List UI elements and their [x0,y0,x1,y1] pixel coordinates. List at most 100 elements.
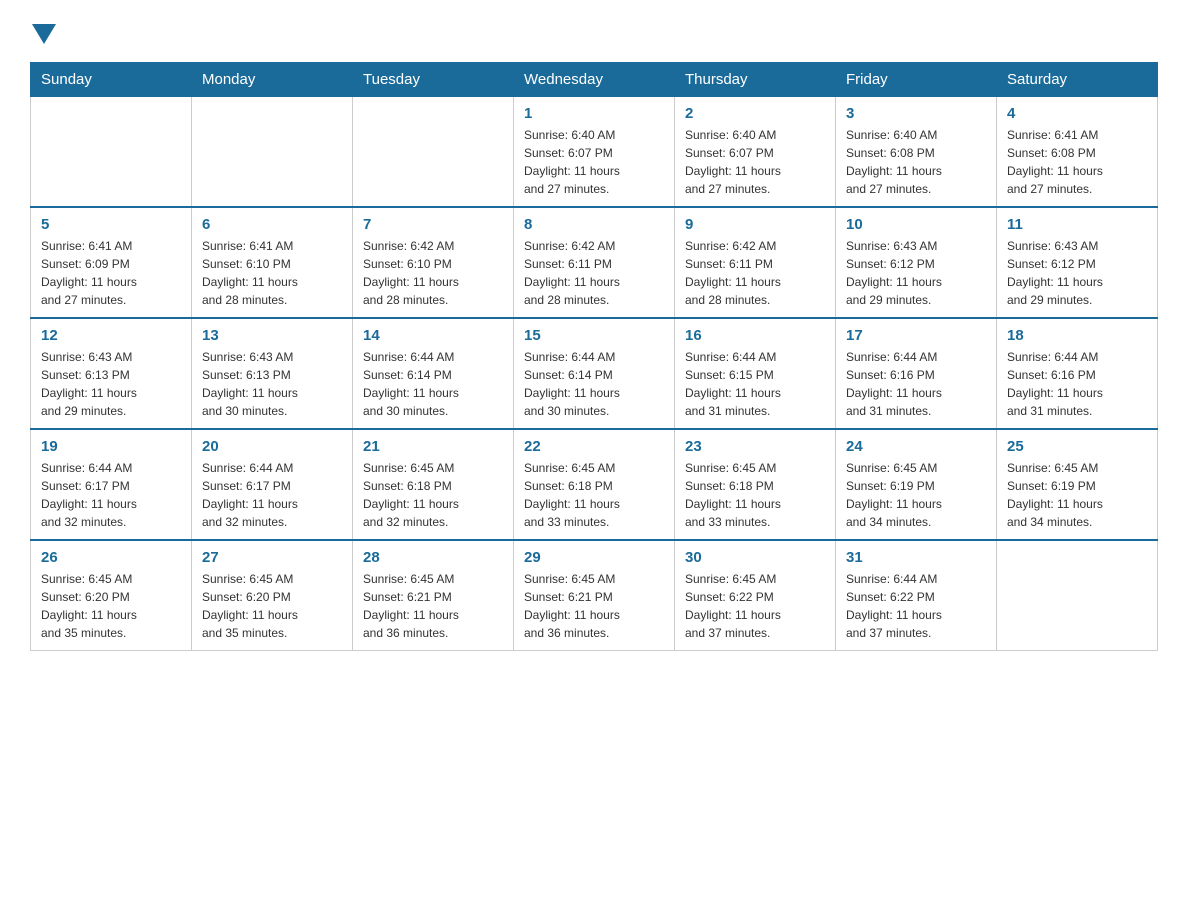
day-info: Sunrise: 6:44 AM Sunset: 6:17 PM Dayligh… [202,459,342,531]
day-number: 10 [846,216,986,233]
day-info: Sunrise: 6:45 AM Sunset: 6:19 PM Dayligh… [846,459,986,531]
calendar-cell: 3 Sunrise: 6:40 AM Sunset: 6:08 PM Daylig… [836,97,997,208]
calendar-cell: 17 Sunrise: 6:44 AM Sunset: 6:16 PM Dayli… [836,318,997,429]
day-number: 17 [846,327,986,344]
logo-triangle-icon [32,24,56,44]
calendar-cell: 22Sunrise: 6:45 AM Sunset: 6:18 PM Dayli… [514,429,675,540]
day-info: Sunrise: 6:45 AM Sunset: 6:18 PM Dayligh… [685,459,825,531]
calendar-cell: 4Sunrise: 6:41 AM Sunset: 6:08 PM Daylig… [997,97,1158,208]
day-info: Sunrise: 6:40 AM Sunset: 6:07 PM Dayligh… [685,126,825,198]
calendar-cell: 12 Sunrise: 6:43 AM Sunset: 6:13 PM Dayli… [31,318,192,429]
calendar-cell: 30 Sunrise: 6:45 AM Sunset: 6:22 PM Dayli… [675,540,836,651]
calendar-cell: 8Sunrise: 6:42 AM Sunset: 6:11 PM Daylig… [514,207,675,318]
day-info: Sunrise: 6:45 AM Sunset: 6:22 PM Dayligh… [685,570,825,642]
day-number: 19 [41,438,181,455]
day-number: 27 [202,549,342,566]
calendar-week-1: 1Sunrise: 6:40 AM Sunset: 6:07 PM Daylig… [31,97,1158,208]
day-number: 21 [363,438,503,455]
day-number: 16 [685,327,825,344]
day-number: 6 [202,216,342,233]
calendar-header-wednesday: Wednesday [514,63,675,97]
day-info: Sunrise: 6:42 AM Sunset: 6:11 PM Dayligh… [685,237,825,309]
calendar-cell [31,97,192,208]
calendar-cell: 14 Sunrise: 6:44 AM Sunset: 6:14 PM Dayli… [353,318,514,429]
day-number: 18 [1007,327,1147,344]
day-info: Sunrise: 6:44 AM Sunset: 6:16 PM Dayligh… [1007,348,1147,420]
day-number: 31 [846,549,986,566]
calendar-week-4: 19 Sunrise: 6:44 AM Sunset: 6:17 PM Dayli… [31,429,1158,540]
day-info: Sunrise: 6:41 AM Sunset: 6:09 PM Dayligh… [41,237,181,309]
day-info: Sunrise: 6:44 AM Sunset: 6:14 PM Dayligh… [363,348,503,420]
calendar-cell: 7Sunrise: 6:42 AM Sunset: 6:10 PM Daylig… [353,207,514,318]
calendar-table: SundayMondayTuesdayWednesdayThursdayFrid… [30,62,1158,651]
calendar-header-friday: Friday [836,63,997,97]
calendar-cell [997,540,1158,651]
calendar-cell: 27 Sunrise: 6:45 AM Sunset: 6:20 PM Dayli… [192,540,353,651]
day-number: 23 [685,438,825,455]
day-number: 28 [363,549,503,566]
day-number: 3 [846,105,986,122]
day-info: Sunrise: 6:45 AM Sunset: 6:20 PM Dayligh… [202,570,342,642]
calendar-header-thursday: Thursday [675,63,836,97]
calendar-cell: 5 Sunrise: 6:41 AM Sunset: 6:09 PM Daylig… [31,207,192,318]
calendar-cell [353,97,514,208]
day-info: Sunrise: 6:42 AM Sunset: 6:10 PM Dayligh… [363,237,503,309]
day-info: Sunrise: 6:44 AM Sunset: 6:17 PM Dayligh… [41,459,181,531]
calendar-header-sunday: Sunday [31,63,192,97]
day-info: Sunrise: 6:45 AM Sunset: 6:19 PM Dayligh… [1007,459,1147,531]
day-number: 8 [524,216,664,233]
day-number: 13 [202,327,342,344]
page-header [30,20,1158,42]
calendar-header-tuesday: Tuesday [353,63,514,97]
day-number: 11 [1007,216,1147,233]
day-number: 20 [202,438,342,455]
calendar-cell: 21 Sunrise: 6:45 AM Sunset: 6:18 PM Dayli… [353,429,514,540]
calendar-cell: 16 Sunrise: 6:44 AM Sunset: 6:15 PM Dayli… [675,318,836,429]
day-info: Sunrise: 6:43 AM Sunset: 6:13 PM Dayligh… [202,348,342,420]
day-info: Sunrise: 6:43 AM Sunset: 6:13 PM Dayligh… [41,348,181,420]
calendar-cell: 2 Sunrise: 6:40 AM Sunset: 6:07 PM Daylig… [675,97,836,208]
day-number: 9 [685,216,825,233]
day-number: 12 [41,327,181,344]
day-info: Sunrise: 6:44 AM Sunset: 6:16 PM Dayligh… [846,348,986,420]
day-info: Sunrise: 6:43 AM Sunset: 6:12 PM Dayligh… [846,237,986,309]
day-info: Sunrise: 6:40 AM Sunset: 6:07 PM Dayligh… [524,126,664,198]
day-info: Sunrise: 6:41 AM Sunset: 6:10 PM Dayligh… [202,237,342,309]
day-number: 29 [524,549,664,566]
calendar-cell: 28Sunrise: 6:45 AM Sunset: 6:21 PM Dayli… [353,540,514,651]
day-info: Sunrise: 6:44 AM Sunset: 6:22 PM Dayligh… [846,570,986,642]
calendar-cell [192,97,353,208]
day-number: 22 [524,438,664,455]
day-number: 26 [41,549,181,566]
calendar-cell: 9 Sunrise: 6:42 AM Sunset: 6:11 PM Daylig… [675,207,836,318]
calendar-cell: 13 Sunrise: 6:43 AM Sunset: 6:13 PM Dayli… [192,318,353,429]
calendar-cell: 10 Sunrise: 6:43 AM Sunset: 6:12 PM Dayli… [836,207,997,318]
day-number: 14 [363,327,503,344]
day-info: Sunrise: 6:45 AM Sunset: 6:21 PM Dayligh… [524,570,664,642]
calendar-cell: 25Sunrise: 6:45 AM Sunset: 6:19 PM Dayli… [997,429,1158,540]
calendar-cell: 29 Sunrise: 6:45 AM Sunset: 6:21 PM Dayli… [514,540,675,651]
day-info: Sunrise: 6:45 AM Sunset: 6:18 PM Dayligh… [363,459,503,531]
calendar-cell: 19 Sunrise: 6:44 AM Sunset: 6:17 PM Dayli… [31,429,192,540]
day-info: Sunrise: 6:44 AM Sunset: 6:15 PM Dayligh… [685,348,825,420]
day-info: Sunrise: 6:44 AM Sunset: 6:14 PM Dayligh… [524,348,664,420]
calendar-cell: 6 Sunrise: 6:41 AM Sunset: 6:10 PM Daylig… [192,207,353,318]
day-number: 5 [41,216,181,233]
calendar-cell: 20 Sunrise: 6:44 AM Sunset: 6:17 PM Dayli… [192,429,353,540]
logo [30,20,56,42]
calendar-cell: 1Sunrise: 6:40 AM Sunset: 6:07 PM Daylig… [514,97,675,208]
calendar-cell: 18 Sunrise: 6:44 AM Sunset: 6:16 PM Dayli… [997,318,1158,429]
day-info: Sunrise: 6:41 AM Sunset: 6:08 PM Dayligh… [1007,126,1147,198]
calendar-cell: 26 Sunrise: 6:45 AM Sunset: 6:20 PM Dayli… [31,540,192,651]
day-number: 2 [685,105,825,122]
calendar-week-3: 12 Sunrise: 6:43 AM Sunset: 6:13 PM Dayli… [31,318,1158,429]
calendar-week-2: 5 Sunrise: 6:41 AM Sunset: 6:09 PM Daylig… [31,207,1158,318]
day-number: 30 [685,549,825,566]
day-number: 24 [846,438,986,455]
calendar-week-5: 26 Sunrise: 6:45 AM Sunset: 6:20 PM Dayli… [31,540,1158,651]
day-info: Sunrise: 6:40 AM Sunset: 6:08 PM Dayligh… [846,126,986,198]
calendar-header-row: SundayMondayTuesdayWednesdayThursdayFrid… [31,63,1158,97]
day-number: 15 [524,327,664,344]
day-info: Sunrise: 6:45 AM Sunset: 6:20 PM Dayligh… [41,570,181,642]
calendar-header-saturday: Saturday [997,63,1158,97]
